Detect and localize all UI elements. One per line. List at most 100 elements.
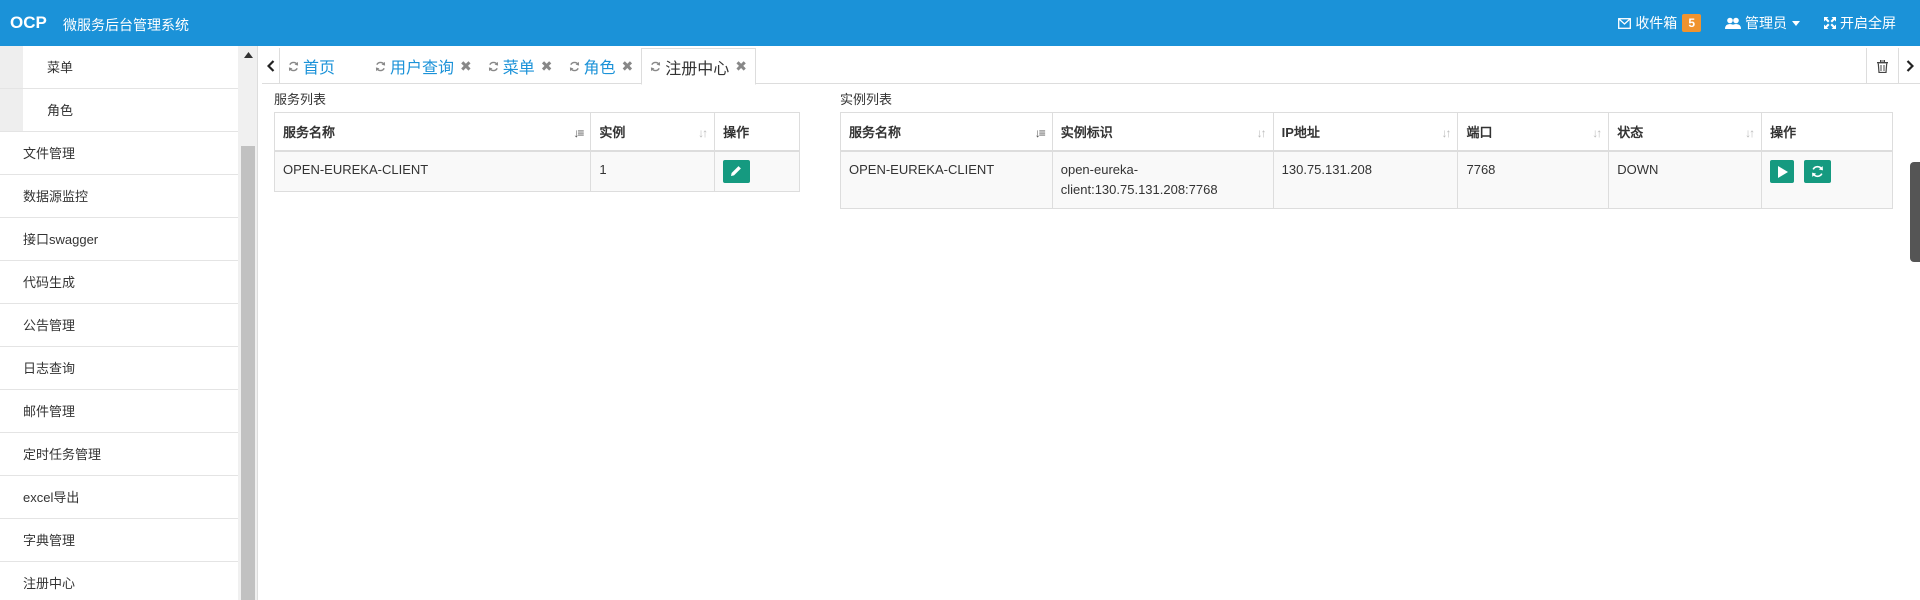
sidebar-menu: 菜单 角色 文件管理 数据源监控 接口swagger 代码生成 公告管理 日志查… — [0, 46, 238, 600]
trash-icon — [1877, 59, 1888, 73]
instance-list-title: 实例列表 — [840, 92, 893, 107]
chevron-down-icon — [1792, 20, 1800, 26]
tab-label: 首页 — [303, 60, 336, 77]
sidebar-item-log-query[interactable]: 日志查询 — [0, 347, 238, 390]
edit-button[interactable] — [723, 159, 751, 183]
refresh-icon — [1811, 165, 1823, 177]
refresh-icon — [651, 61, 661, 72]
tab-scroll-right-button[interactable] — [1898, 48, 1920, 84]
chevron-left-icon — [266, 60, 274, 72]
column-header-status[interactable]: 状态 ↓↑ — [1608, 112, 1763, 152]
status-cell: DOWN — [1608, 150, 1763, 209]
column-header-service-name[interactable]: 服务名称 ↓≡ — [273, 112, 592, 152]
sort-icon[interactable]: ↓↑ — [1257, 126, 1267, 140]
sidebar-item-role[interactable]: 角色 — [0, 89, 238, 132]
sidebar-item-mail-management[interactable]: 邮件管理 — [0, 390, 238, 433]
close-icon[interactable]: ✖ — [460, 58, 472, 75]
top-header: OCP 微服务后台管理系统 收件箱 5 管理员 开启全屏 — [0, 0, 1920, 46]
sidebar-item-dictionary[interactable]: 字典管理 — [0, 519, 238, 562]
table-row: OPEN-EUREKA-CLIENT 1 — [273, 150, 800, 192]
start-button[interactable] — [1770, 159, 1795, 183]
sidebar-item-notice-management[interactable]: 公告管理 — [0, 304, 238, 347]
fullscreen-label: 开启全屏 — [1840, 15, 1896, 31]
column-header-port[interactable]: 端口 ↓↑ — [1457, 112, 1610, 152]
sidebar-item-file-management[interactable]: 文件管理 — [0, 132, 238, 175]
expand-icon — [1824, 17, 1836, 29]
tabs-bar: 首页 用户查询 ✖ 菜单 ✖ 角色 ✖ 注册中心 ✖ — [262, 48, 1920, 85]
tab-home[interactable]: 首页 — [280, 48, 367, 84]
sidebar-item-menu[interactable]: 菜单 — [0, 46, 238, 89]
sidebar-item-swagger[interactable]: 接口swagger — [0, 218, 238, 261]
instances-cell: 1 — [590, 150, 716, 192]
scrollbar-thumb[interactable] — [241, 146, 255, 600]
inbox-button[interactable]: 收件箱 5 — [1618, 13, 1701, 33]
envelope-icon — [1618, 17, 1632, 29]
logo: OCP — [10, 13, 47, 32]
sidebar-item-code-generation[interactable]: 代码生成 — [0, 261, 238, 304]
sidebar: 菜单 角色 文件管理 数据源监控 接口swagger 代码生成 公告管理 日志查… — [0, 46, 258, 600]
instance-id-cell: open-eureka-client:130.75.131.208:7768 — [1051, 150, 1274, 209]
actions-cell — [1761, 150, 1893, 209]
fullscreen-button[interactable]: 开启全屏 — [1824, 13, 1896, 33]
instance-table: 服务名称 ↓≡ 实例标识 ↓↑ IP地址 ↓↑ 端口 ↓↑ 状态 ↓↑ 操作 OPEN-E… — [840, 112, 1893, 209]
close-all-tabs-button[interactable] — [1866, 48, 1898, 84]
column-header-instance-id[interactable]: 实例标识 ↓↑ — [1051, 112, 1274, 152]
tab-label: 注册中心 — [665, 60, 730, 78]
close-icon[interactable]: ✖ — [622, 58, 634, 75]
chevron-right-icon — [1906, 60, 1914, 72]
side-handle[interactable] — [1910, 162, 1920, 262]
tab-label: 用户查询 — [390, 60, 455, 77]
sidebar-item-scheduled-tasks[interactable]: 定时任务管理 — [0, 433, 238, 476]
system-title: 微服务后台管理系统 — [63, 17, 189, 33]
column-header-ip-address[interactable]: IP地址 ↓↑ — [1272, 112, 1459, 152]
sidebar-item-registry-center[interactable]: 注册中心 — [0, 562, 238, 600]
port-cell: 7768 — [1457, 150, 1610, 209]
service-table: 服务名称 ↓≡ 实例 ↓↑ 操作 OPEN-EUREKA-CLIENT 1 — [273, 112, 800, 192]
sort-asc-icon[interactable]: ↓≡ — [1035, 126, 1046, 140]
tab-list: 首页 用户查询 ✖ 菜单 ✖ 角色 ✖ 注册中心 ✖ — [280, 48, 757, 85]
scroll-up-arrow-icon[interactable] — [238, 46, 257, 64]
inbox-count-badge: 5 — [1682, 14, 1701, 32]
pencil-icon — [731, 165, 741, 176]
table-header-row: 服务名称 ↓≡ 实例标识 ↓↑ IP地址 ↓↑ 端口 ↓↑ 状态 ↓↑ 操作 — [840, 112, 1893, 152]
table-header-row: 服务名称 ↓≡ 实例 ↓↑ 操作 — [273, 112, 800, 152]
service-name-cell: OPEN-EUREKA-CLIENT — [273, 150, 592, 192]
sidebar-item-excel-export[interactable]: excel导出 — [0, 476, 238, 519]
sort-icon[interactable]: ↓↑ — [1745, 126, 1755, 140]
column-header-actions: 操作 — [714, 112, 800, 152]
users-icon — [1725, 17, 1741, 29]
sort-icon[interactable]: ↓↑ — [698, 126, 708, 140]
sidebar-scrollbar[interactable] — [238, 46, 257, 600]
actions-cell — [714, 150, 800, 192]
sort-asc-icon[interactable]: ↓≡ — [573, 126, 584, 140]
refresh-icon — [569, 61, 579, 71]
sidebar-item-label: 角色 — [47, 103, 74, 118]
sidebar-item-label: 菜单 — [47, 60, 74, 75]
play-icon — [1778, 165, 1789, 178]
column-header-actions: 操作 — [1761, 112, 1893, 152]
tab-label: 菜单 — [502, 60, 535, 77]
close-icon[interactable]: ✖ — [735, 58, 747, 75]
column-header-service-name[interactable]: 服务名称 ↓≡ — [840, 112, 1053, 152]
column-header-instances[interactable]: 实例 ↓↑ — [590, 112, 716, 152]
sort-icon[interactable]: ↓↑ — [1441, 126, 1451, 140]
user-label: 管理员 — [1745, 15, 1787, 31]
service-name-cell: OPEN-EUREKA-CLIENT — [840, 150, 1053, 209]
tab-menu[interactable]: 菜单 ✖ — [480, 48, 561, 84]
ip-address-cell: 130.75.131.208 — [1272, 150, 1459, 209]
inbox-label: 收件箱 — [1635, 15, 1678, 31]
service-list-title: 服务列表 — [274, 92, 327, 107]
refresh-icon — [288, 61, 299, 71]
tab-label: 角色 — [583, 60, 616, 77]
close-icon[interactable]: ✖ — [541, 58, 553, 75]
sort-icon[interactable]: ↓↑ — [1592, 126, 1602, 140]
tab-scroll-left-button[interactable] — [262, 48, 280, 84]
user-menu-button[interactable]: 管理员 — [1725, 13, 1800, 33]
tab-role[interactable]: 角色 ✖ — [561, 48, 642, 84]
sidebar-item-datasource-monitor[interactable]: 数据源监控 — [0, 175, 238, 218]
refresh-icon — [375, 61, 386, 71]
table-row: OPEN-EUREKA-CLIENT open-eureka-client:13… — [840, 150, 1893, 209]
tab-user-query[interactable]: 用户查询 ✖ — [367, 48, 480, 84]
refresh-button[interactable] — [1803, 159, 1831, 183]
tab-registry-center[interactable]: 注册中心 ✖ — [641, 48, 757, 85]
